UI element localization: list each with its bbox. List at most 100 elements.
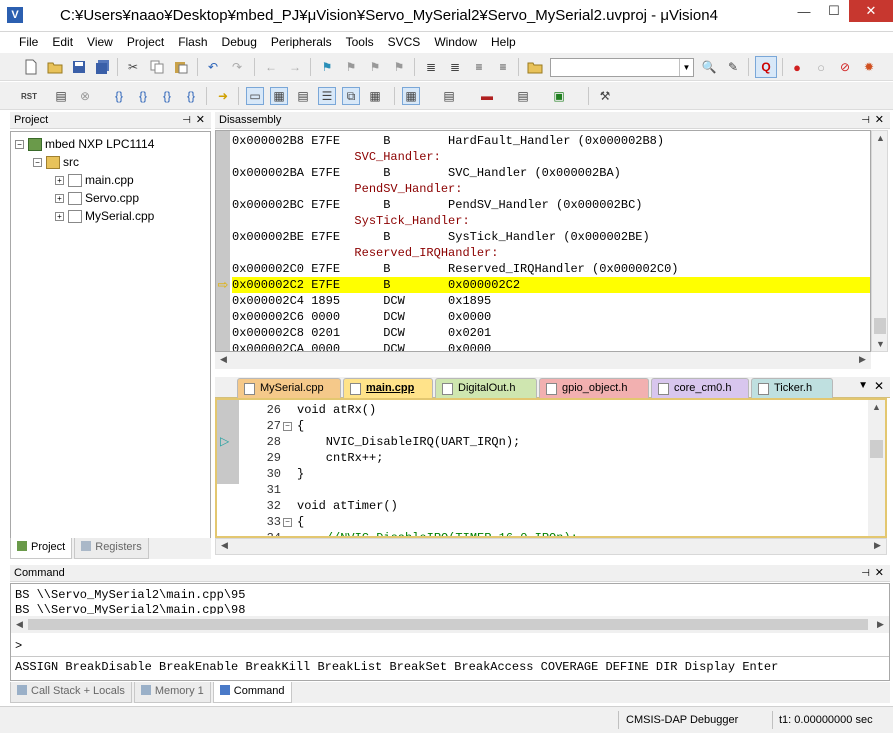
disassembly-line[interactable]: 0x000002C4 1895 DCW 0x1895	[232, 293, 870, 309]
scroll-thumb[interactable]	[870, 440, 883, 458]
code-line[interactable]: 27−{	[217, 418, 867, 434]
scroll-thumb[interactable]	[874, 318, 886, 334]
menu-file[interactable]: File	[12, 32, 45, 52]
tree-file-myserial[interactable]: + MySerial.cpp	[55, 207, 154, 225]
next-bookmark-icon[interactable]: ⚑	[366, 58, 384, 76]
system-viewer-icon[interactable]: ▣	[550, 87, 568, 105]
start-stop-debug-icon[interactable]: Q	[755, 56, 777, 78]
symbols-window-icon[interactable]: ▤	[294, 87, 312, 105]
minimize-button[interactable]: —	[789, 0, 819, 22]
tab-call-stack-locals[interactable]: Call Stack + Locals	[10, 682, 132, 703]
code-line[interactable]: 34 //NVIC_DisableIRQ(TIMER_16_0_IRQn);	[217, 530, 867, 536]
registers-window-icon[interactable]: ☰	[318, 87, 336, 105]
copy-icon[interactable]	[148, 58, 166, 76]
command-hscroll[interactable]: ◀ ▶	[11, 616, 889, 633]
tree-target[interactable]: − mbed NXP LPC1114	[15, 135, 154, 153]
code-editor[interactable]: ▷ 26 void atRx() 27−{28 NVIC_DisableIRQ(UA…	[215, 398, 887, 538]
disassembly-line[interactable]: 0x000002C0 E7FE B Reserved_IRQHandler (0…	[232, 261, 870, 277]
disassembly-line[interactable]: 0x000002C8 0201 DCW 0x0201	[232, 325, 870, 341]
expand-icon[interactable]: +	[55, 176, 64, 186]
insert-breakpoint-icon[interactable]: ●	[788, 58, 806, 76]
menu-edit[interactable]: Edit	[45, 32, 80, 52]
uncomment-icon[interactable]: ≡	[494, 58, 512, 76]
disassembly-line[interactable]: 0x000002B8 E7FE B HardFault_Handler (0x0…	[232, 133, 870, 149]
close-tab-icon[interactable]: ✕	[874, 379, 884, 393]
step-out-icon[interactable]: {}	[158, 87, 176, 105]
close-icon[interactable]: ✕	[875, 112, 884, 129]
tab-memory-1[interactable]: Memory 1	[133, 682, 211, 703]
watch-window-icon[interactable]: ▦	[366, 87, 384, 105]
code-line[interactable]: 28 NVIC_DisableIRQ(UART_IRQn);	[217, 434, 867, 450]
toolbox-icon[interactable]: ⚒	[596, 87, 614, 105]
code-line[interactable]: 29 cntRx++;	[217, 450, 867, 466]
tree-group-src[interactable]: − src	[33, 153, 79, 171]
tree-file-main[interactable]: + main.cpp	[55, 171, 134, 189]
disassembly-view[interactable]: 0x000002B8 E7FE B HardFault_Handler (0x0…	[215, 130, 871, 352]
scroll-up-icon[interactable]: ▲	[872, 133, 889, 143]
disassembly-line[interactable]: 0x000002CA 0000 DCW 0x0000	[232, 341, 870, 351]
scroll-down-icon[interactable]: ▼	[872, 339, 889, 349]
menu-help[interactable]: Help	[484, 32, 523, 52]
tab-gpio-object-h[interactable]: gpio_object.h	[539, 378, 649, 398]
tab-registers[interactable]: Registers	[74, 538, 149, 559]
chevron-down-icon[interactable]: ▼	[679, 59, 693, 76]
expand-icon[interactable]: +	[55, 194, 64, 204]
code-line[interactable]: 31	[217, 482, 867, 498]
menu-view[interactable]: View	[80, 32, 120, 52]
save-all-icon[interactable]	[94, 58, 112, 76]
disassembly-line[interactable]: 0x000002BE E7FE B SysTick_Handler (0x000…	[232, 229, 870, 245]
disable-all-breakpoints-icon[interactable]: ⊘	[836, 58, 854, 76]
stop-icon[interactable]: ⊗	[76, 87, 94, 105]
disassembly-label[interactable]: SVC_Handler:	[232, 149, 870, 165]
collapse-icon[interactable]: −	[33, 158, 42, 168]
collapse-icon[interactable]: −	[15, 140, 24, 150]
unindent-icon[interactable]: ≣	[446, 58, 464, 76]
run-to-cursor-icon[interactable]: {}	[182, 87, 200, 105]
new-file-icon[interactable]	[22, 58, 40, 76]
code-line[interactable]: 30}	[217, 466, 867, 482]
editor-hscroll[interactable]: ◀ ▶	[215, 538, 887, 555]
tab-command[interactable]: Command	[212, 682, 292, 703]
pin-icon[interactable]: ⊣	[182, 112, 191, 129]
prev-bookmark-icon[interactable]: ⚑	[342, 58, 360, 76]
trace-window-icon[interactable]: ▤	[514, 87, 532, 105]
disassembly-hscroll[interactable]: ◀ ▶	[215, 352, 871, 369]
scroll-right-icon[interactable]: ▶	[854, 354, 871, 365]
tab-digitalout-h[interactable]: DigitalOut.h	[435, 378, 537, 398]
menu-window[interactable]: Window	[427, 32, 484, 52]
fold-collapse-icon[interactable]: −	[283, 422, 292, 431]
expand-icon[interactable]: +	[55, 212, 64, 222]
disassembly-label[interactable]: Reserved_IRQHandler:	[232, 245, 870, 261]
scroll-left-icon[interactable]: ◀	[11, 619, 28, 630]
memory-window-icon[interactable]: ▦	[402, 87, 420, 105]
tab-ticker-h[interactable]: Ticker.h	[751, 378, 833, 398]
disassembly-window-icon[interactable]: ▦	[270, 87, 288, 105]
kill-all-breakpoints-icon[interactable]: ✹	[860, 58, 878, 76]
menu-debug[interactable]: Debug	[215, 32, 264, 52]
reset-icon[interactable]: RST	[20, 87, 38, 105]
call-stack-window-icon[interactable]: ⧉	[342, 87, 360, 105]
redo-icon[interactable]: ↷	[228, 58, 246, 76]
menu-project[interactable]: Project	[120, 32, 171, 52]
pin-icon[interactable]: ⊣	[861, 565, 870, 582]
maximize-button[interactable]: ☐	[819, 0, 849, 22]
run-icon[interactable]: ▤	[52, 87, 70, 105]
step-into-icon[interactable]: {}	[110, 87, 128, 105]
scroll-up-icon[interactable]: ▲	[868, 402, 885, 412]
tab-list-dropdown-icon[interactable]: ▼	[858, 380, 868, 391]
step-over-icon[interactable]: {}	[134, 87, 152, 105]
open-folder-icon[interactable]	[46, 58, 64, 76]
tab-main-cpp[interactable]: main.cpp	[343, 378, 433, 398]
editor-vscroll[interactable]: ▲	[868, 400, 885, 536]
tab-core-cm0-h[interactable]: core_cm0.h	[651, 378, 749, 398]
scroll-right-icon[interactable]: ▶	[869, 540, 886, 551]
command-window-icon[interactable]: ▭	[246, 87, 264, 105]
disassembly-vscroll[interactable]: ▲ ▼	[871, 130, 888, 352]
disassembly-label[interactable]: PendSV_Handler:	[232, 181, 870, 197]
cut-icon[interactable]: ✂	[124, 58, 142, 76]
scroll-left-icon[interactable]: ◀	[215, 354, 232, 365]
disassembly-line[interactable]: 0x000002BA E7FE B SVC_Handler (0x000002B…	[232, 165, 870, 181]
serial-window-icon[interactable]: ▤	[440, 87, 458, 105]
incremental-find-icon[interactable]: ✎	[724, 58, 742, 76]
disassembly-current-line[interactable]: 0x000002C2 E7FE B 0x000002C2	[232, 277, 870, 293]
